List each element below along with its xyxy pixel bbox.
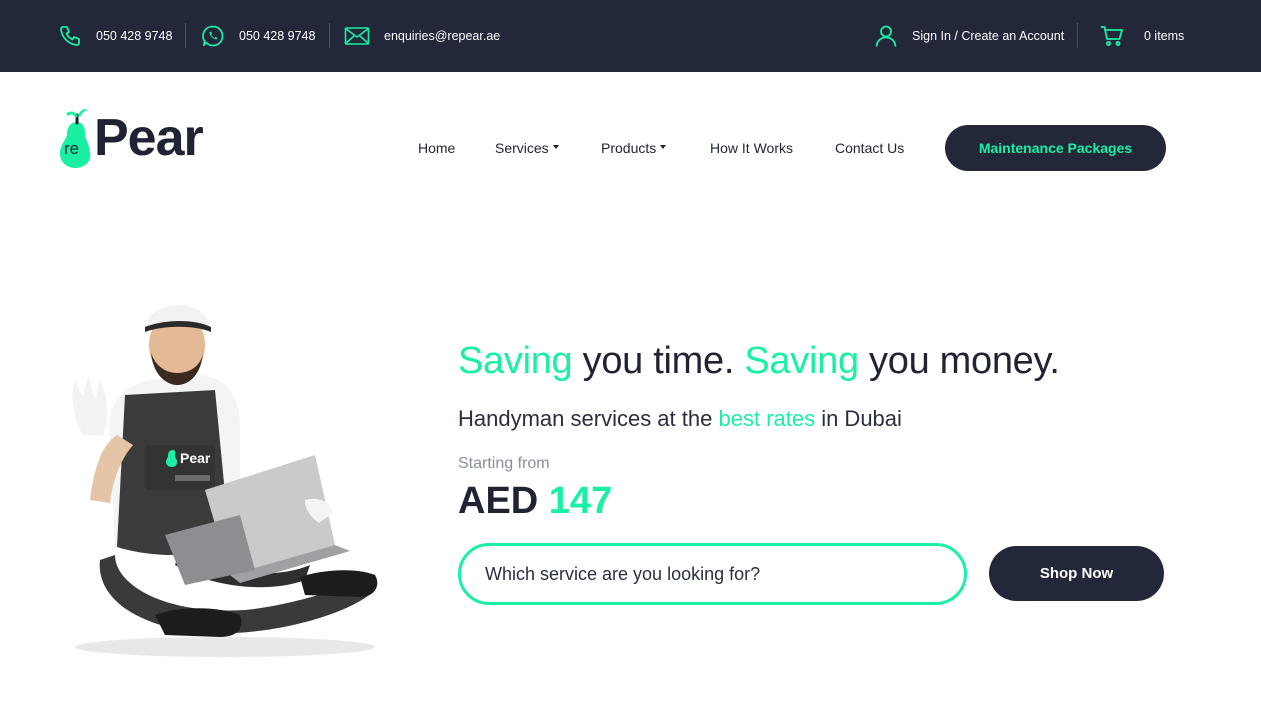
technician-photo: Pear (55, 285, 385, 665)
maintenance-packages-button[interactable]: Maintenance Packages (945, 125, 1166, 171)
cart-link[interactable]: 0 items (1100, 0, 1184, 72)
caret-down-icon (660, 145, 667, 149)
nav-home-label: Home (418, 140, 456, 156)
email-address: enquiries@repear.ae (384, 29, 501, 43)
user-icon (874, 24, 898, 48)
divider (329, 23, 330, 48)
caret-down-icon (552, 145, 559, 149)
whatsapp-number: 050 428 9748 (239, 29, 316, 43)
mail-icon (344, 26, 370, 46)
cart-count: 0 items (1144, 29, 1185, 43)
nav-home[interactable]: Home (418, 125, 455, 171)
nav-contact[interactable]: Contact Us (835, 125, 904, 171)
top-bar: 050 428 9748 050 428 9748 enquiries@repe… (0, 0, 1261, 72)
nav-services-label: Services (495, 140, 549, 156)
divider (185, 23, 186, 48)
headline-accent-2: Saving (744, 340, 859, 382)
phone-icon (58, 24, 82, 48)
phone-link[interactable]: 050 428 9748 (58, 0, 172, 72)
starting-price: AED 147 (458, 480, 612, 523)
whatsapp-icon (201, 24, 225, 48)
subhead-part-1: Handyman services at the (458, 406, 719, 431)
price-currency: AED (458, 480, 549, 522)
email-link[interactable]: enquiries@repear.ae (344, 0, 500, 72)
apron-logo-text: Pear (180, 450, 211, 466)
headline-part-4: you money. (858, 340, 1060, 382)
account-link[interactable]: Sign In / Create an Account (874, 0, 1064, 72)
nav-products[interactable]: Products (601, 125, 667, 171)
cart-icon (1100, 24, 1124, 48)
subhead-part-3: in Dubai (815, 406, 902, 431)
hero-subheading: Handyman services at the best rates in D… (458, 406, 902, 432)
starting-from-label: Starting from (458, 455, 550, 472)
logo-prefix: re (64, 139, 80, 158)
service-search-input[interactable] (458, 543, 967, 605)
nav-how-it-works-label: How It Works (710, 140, 793, 156)
hero-headline: Saving you time. Saving you money. (458, 340, 1060, 383)
shop-now-button[interactable]: Shop Now (989, 546, 1164, 601)
pear-logo-icon (59, 109, 91, 168)
whatsapp-link[interactable]: 050 428 9748 (201, 0, 315, 72)
headline-part-2: you time. (572, 340, 745, 382)
nav-services[interactable]: Services (495, 125, 559, 171)
phone-number: 050 428 9748 (96, 29, 173, 43)
divider (1077, 23, 1078, 48)
price-value: 147 (548, 480, 613, 522)
repear-logo[interactable]: re Pear (57, 106, 227, 172)
subhead-accent: best rates (718, 406, 816, 431)
nav-contact-label: Contact Us (835, 140, 905, 156)
nav-how-it-works[interactable]: How It Works (710, 125, 793, 171)
account-label: Sign In / Create an Account (912, 29, 1065, 43)
headline-accent-1: Saving (458, 340, 573, 382)
nav-products-label: Products (601, 140, 657, 156)
logo-word: Pear (94, 109, 204, 167)
